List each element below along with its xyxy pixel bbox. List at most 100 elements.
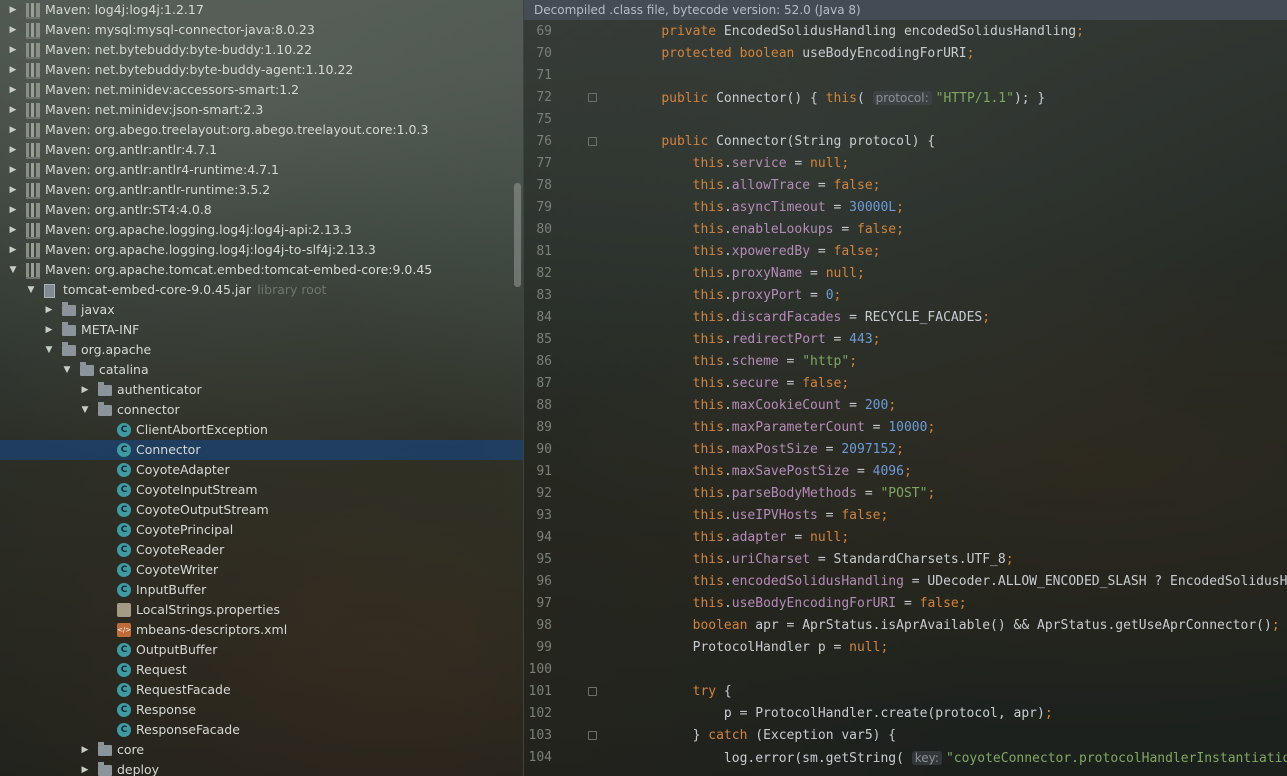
code-line[interactable]: 94 this.adapter = null;: [524, 527, 1287, 549]
code-line[interactable]: 83 this.proxyPort = 0;: [524, 285, 1287, 307]
code-line[interactable]: 101 try {: [524, 681, 1287, 703]
tree-item[interactable]: ▶ Maven: org.antlr:antlr-runtime:3.5.2: [0, 180, 523, 200]
code-line[interactable]: 97 this.useBodyEncodingForURI = false;: [524, 593, 1287, 615]
code-line[interactable]: 84 this.discardFacades = RECYCLE_FACADES…: [524, 307, 1287, 329]
tree-item[interactable]: ▼ Maven: org.apache.tomcat.embed:tomcat-e…: [0, 260, 523, 280]
tree-item[interactable]: ▶ javax: [0, 300, 523, 320]
tree-item[interactable]: ▶ Maven: net.bytebuddy:byte-buddy:1.10.22: [0, 40, 523, 60]
fold-icon[interactable]: [588, 731, 597, 740]
tree-item[interactable]: C ClientAbortException: [0, 420, 523, 440]
expand-right-icon[interactable]: ▶: [8, 40, 18, 60]
expand-right-icon[interactable]: ▶: [8, 0, 18, 20]
code-line[interactable]: 98 boolean apr = AprStatus.isAprAvailabl…: [524, 615, 1287, 637]
code-line[interactable]: 91 this.maxSavePostSize = 4096;: [524, 461, 1287, 483]
code-line[interactable]: 88 this.maxCookieCount = 200;: [524, 395, 1287, 417]
code-line[interactable]: 95 this.uriCharset = StandardCharsets.UT…: [524, 549, 1287, 571]
code-editor[interactable]: Decompiled .class file, bytecode version…: [524, 0, 1287, 776]
expand-right-icon[interactable]: ▶: [8, 80, 18, 100]
expand-right-icon[interactable]: ▶: [8, 20, 18, 40]
code-line[interactable]: 99 ProtocolHandler p = null;: [524, 637, 1287, 659]
code-line[interactable]: 69 private EncodedSolidusHandling encode…: [524, 21, 1287, 43]
code-line[interactable]: 71: [524, 65, 1287, 87]
code-line[interactable]: 79 this.asyncTimeout = 30000L;: [524, 197, 1287, 219]
code-line[interactable]: 90 this.maxPostSize = 2097152;: [524, 439, 1287, 461]
code-line[interactable]: 78 this.allowTrace = false;: [524, 175, 1287, 197]
tree-item[interactable]: C CoyoteOutputStream: [0, 500, 523, 520]
tree-item[interactable]: C ResponseFacade: [0, 720, 523, 740]
expand-right-icon[interactable]: ▶: [80, 740, 90, 760]
tree-item[interactable]: ▼ connector: [0, 400, 523, 420]
expand-right-icon[interactable]: ▶: [80, 380, 90, 400]
expand-right-icon[interactable]: ▶: [8, 100, 18, 120]
code-line[interactable]: 87 this.secure = false;: [524, 373, 1287, 395]
tree-item[interactable]: </> mbeans-descriptors.xml: [0, 620, 523, 640]
code-line[interactable]: 103 } catch (Exception var5) {: [524, 725, 1287, 747]
code-line[interactable]: 104 log.error(sm.getString( key: "coyoteC…: [524, 747, 1287, 769]
tree-item[interactable]: ▶ Maven: mysql:mysql-connector-java:8.0.2…: [0, 20, 523, 40]
code-line[interactable]: 81 this.xpoweredBy = false;: [524, 241, 1287, 263]
tree-item[interactable]: ▶ Maven: net.minidev:accessors-smart:1.2: [0, 80, 523, 100]
expand-right-icon[interactable]: ▶: [8, 220, 18, 240]
tree-item[interactable]: ▶ deploy: [0, 760, 523, 776]
tree-item[interactable]: C Connector: [0, 440, 523, 460]
expand-right-icon[interactable]: ▶: [8, 240, 18, 260]
code-line[interactable]: 77 this.service = null;: [524, 153, 1287, 175]
code-line[interactable]: 82 this.proxyName = null;: [524, 263, 1287, 285]
tree-item[interactable]: C RequestFacade: [0, 680, 523, 700]
expand-right-icon[interactable]: ▶: [44, 300, 54, 320]
expand-right-icon[interactable]: ▶: [8, 60, 18, 80]
expand-right-icon[interactable]: ▶: [8, 120, 18, 140]
tree-item[interactable]: ▶ Maven: net.bytebuddy:byte-buddy-agent:1…: [0, 60, 523, 80]
tree-item[interactable]: ▼ tomcat-embed-core-9.0.45.jar library roo…: [0, 280, 523, 300]
code-line[interactable]: 85 this.redirectPort = 443;: [524, 329, 1287, 351]
expand-right-icon[interactable]: ▶: [8, 160, 18, 180]
expand-down-icon[interactable]: ▼: [26, 280, 36, 300]
tree-item[interactable]: ▶ Maven: net.minidev:json-smart:2.3: [0, 100, 523, 120]
tree-item[interactable]: C CoyoteInputStream: [0, 480, 523, 500]
code-line[interactable]: 70 protected boolean useBodyEncodingForU…: [524, 43, 1287, 65]
tree-item[interactable]: C CoyoteWriter: [0, 560, 523, 580]
expand-right-icon[interactable]: ▶: [44, 320, 54, 340]
expand-down-icon[interactable]: ▼: [8, 260, 18, 280]
code-line[interactable]: 93 this.useIPVHosts = false;: [524, 505, 1287, 527]
tree-item[interactable]: C OutputBuffer: [0, 640, 523, 660]
tree-item[interactable]: C Request: [0, 660, 523, 680]
code-line[interactable]: 100: [524, 659, 1287, 681]
code-line[interactable]: 89 this.maxParameterCount = 10000;: [524, 417, 1287, 439]
code-line[interactable]: 96 this.encodedSolidusHandling = UDecode…: [524, 571, 1287, 593]
tree-item[interactable]: C Response: [0, 700, 523, 720]
code-area[interactable]: 69 private EncodedSolidusHandling encode…: [524, 21, 1287, 776]
tree-item[interactable]: ▶ Maven: org.apache.logging.log4j:log4j-t…: [0, 240, 523, 260]
code-line[interactable]: 102 p = ProtocolHandler.create(protocol,…: [524, 703, 1287, 725]
expand-down-icon[interactable]: ▼: [62, 360, 72, 380]
fold-icon[interactable]: [588, 93, 597, 102]
code-line[interactable]: 75: [524, 109, 1287, 131]
tree-item[interactable]: ▶ Maven: org.antlr:antlr4-runtime:4.7.1: [0, 160, 523, 180]
expand-down-icon[interactable]: ▼: [80, 400, 90, 420]
code-line[interactable]: 80 this.enableLookups = false;: [524, 219, 1287, 241]
tree-item[interactable]: ▶ Maven: org.apache.logging.log4j:log4j-a…: [0, 220, 523, 240]
tree-item[interactable]: ▶ Maven: org.abego.treelayout:org.abego.t…: [0, 120, 523, 140]
tree-item[interactable]: ▶ Maven: org.antlr:ST4:4.0.8: [0, 200, 523, 220]
code-line[interactable]: 72 public Connector() { this( protocol: "…: [524, 87, 1287, 109]
code-line[interactable]: 92 this.parseBodyMethods = "POST";: [524, 483, 1287, 505]
code-line[interactable]: 76 public Connector(String protocol) {: [524, 131, 1287, 153]
project-tree[interactable]: ▶ Maven: log4j:log4j:1.2.17 ▶ Maven: mysql:…: [0, 0, 523, 776]
expand-down-icon[interactable]: ▼: [44, 340, 54, 360]
tree-item[interactable]: LocalStrings.properties: [0, 600, 523, 620]
tree-item[interactable]: C InputBuffer: [0, 580, 523, 600]
tree-item[interactable]: ▶ META-INF: [0, 320, 523, 340]
expand-right-icon[interactable]: ▶: [8, 140, 18, 160]
tree-item[interactable]: ▼ catalina: [0, 360, 523, 380]
tree-item[interactable]: C CoyoteAdapter: [0, 460, 523, 480]
tree-item[interactable]: ▶ Maven: log4j:log4j:1.2.17: [0, 0, 523, 20]
tree-item[interactable]: C CoyoteReader: [0, 540, 523, 560]
tree-item[interactable]: C CoyotePrincipal: [0, 520, 523, 540]
fold-icon[interactable]: [588, 137, 597, 146]
expand-right-icon[interactable]: ▶: [8, 200, 18, 220]
tree-item[interactable]: ▶ authenticator: [0, 380, 523, 400]
fold-icon[interactable]: [588, 687, 597, 696]
tree-item[interactable]: ▼ org.apache: [0, 340, 523, 360]
expand-right-icon[interactable]: ▶: [8, 180, 18, 200]
tree-scrollbar[interactable]: [514, 183, 521, 287]
